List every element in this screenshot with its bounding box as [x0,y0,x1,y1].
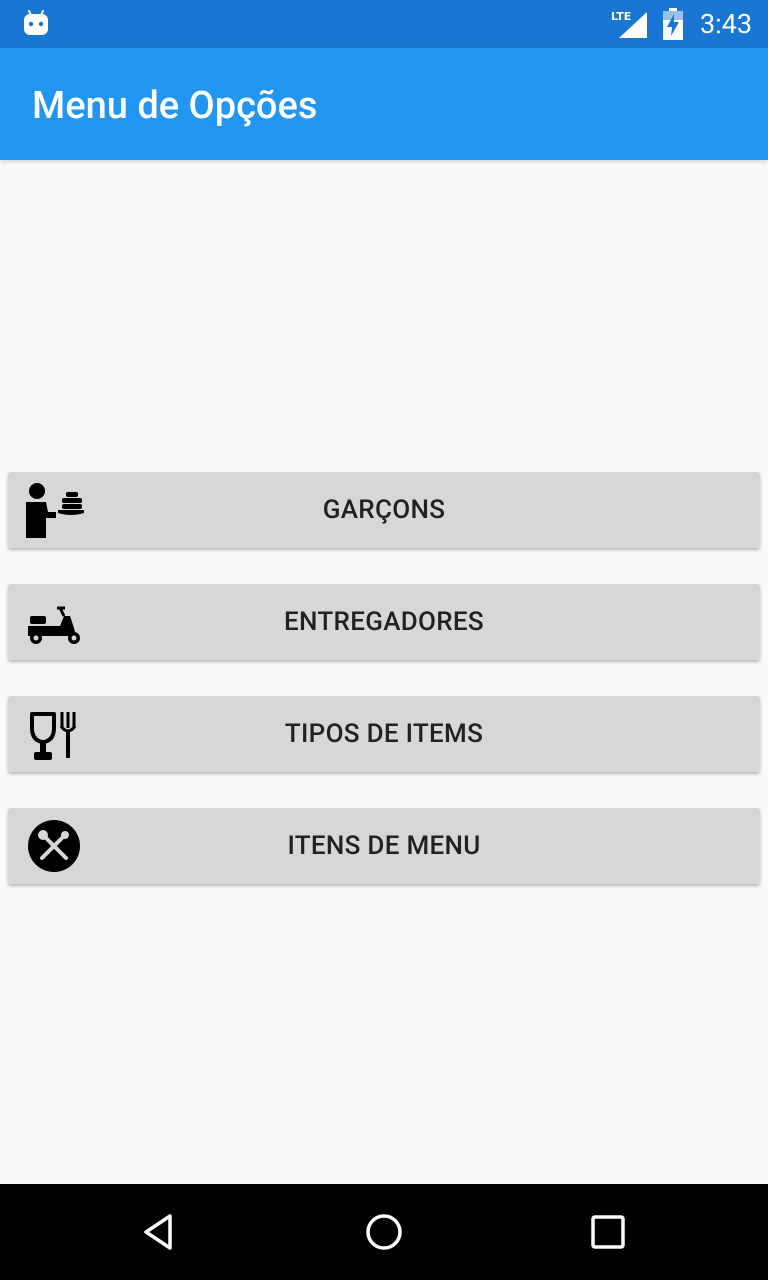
lte-signal-icon: LTE [611,10,647,38]
tipos-de-items-label: TIPOS DE ITEMS [284,719,484,749]
entregadores-label: ENTREGADORES [284,607,484,637]
home-icon[interactable] [364,1212,404,1252]
page-title: Menu de Opções [32,84,318,128]
status-bar: LTE 3:43 [0,0,768,48]
app-bar: Menu de Opções [0,48,768,160]
battery-charging-icon [663,8,683,40]
navigation-bar [0,1184,768,1280]
back-icon[interactable] [140,1212,180,1252]
lte-label: LTE [611,10,631,23]
status-clock: 3:43 [699,8,752,40]
garcons-button[interactable]: GARÇONS [8,472,760,548]
tipos-de-items-button[interactable]: TIPOS DE ITEMS [8,696,760,772]
itens-de-menu-label: ITENS DE MENU [287,831,481,861]
entregadores-button[interactable]: ENTREGADORES [8,584,760,660]
android-icon [24,10,48,35]
recents-icon[interactable] [588,1212,628,1252]
garcons-label: GARÇONS [322,495,446,525]
itens-de-menu-button[interactable]: ITENS DE MENU [8,808,760,884]
